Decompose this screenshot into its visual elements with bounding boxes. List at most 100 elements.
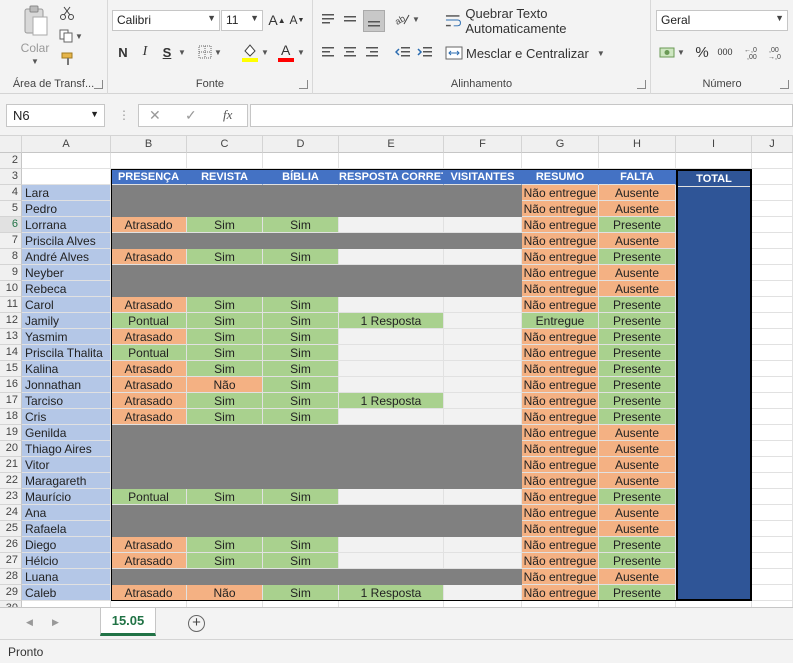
- biblia-cell[interactable]: Sim: [263, 585, 339, 601]
- biblia-cell[interactable]: Sim: [263, 409, 339, 425]
- student-name-cell[interactable]: Priscila Thalita: [22, 345, 111, 361]
- increase-indent-icon[interactable]: [415, 43, 435, 61]
- column-title[interactable]: REVISTA: [187, 169, 263, 185]
- biblia-cell[interactable]: Sim: [263, 393, 339, 409]
- revista-cell[interactable]: Sim: [187, 329, 263, 345]
- italic-button[interactable]: I: [136, 43, 154, 61]
- biblia-cell[interactable]: Sim: [263, 537, 339, 553]
- resumo-cell[interactable]: Não entregue: [522, 233, 599, 249]
- resumo-cell[interactable]: Não entregue: [522, 265, 599, 281]
- falta-cell[interactable]: Presente: [599, 249, 676, 265]
- bold-button[interactable]: N: [114, 43, 132, 61]
- falta-cell[interactable]: Presente: [599, 361, 676, 377]
- empty-cell[interactable]: [339, 153, 444, 169]
- column-title[interactable]: VISITANTES: [444, 169, 522, 185]
- visitantes-cell[interactable]: [444, 553, 522, 569]
- falta-cell[interactable]: Ausente: [599, 505, 676, 521]
- clipboard-launcher-icon[interactable]: [94, 80, 103, 89]
- row-header[interactable]: 4: [0, 185, 22, 201]
- falta-cell[interactable]: Presente: [599, 393, 676, 409]
- student-name-cell[interactable]: Vitor: [22, 457, 111, 473]
- visitantes-cell[interactable]: [444, 361, 522, 377]
- absent-block-cell[interactable]: [111, 441, 522, 457]
- resposta-cell[interactable]: 1 Resposta: [339, 585, 444, 601]
- font-name-select[interactable]: Calibri ▼: [112, 10, 220, 31]
- revista-cell[interactable]: Sim: [187, 313, 263, 329]
- tab-sheet-15-05[interactable]: 15.05: [100, 608, 156, 636]
- empty-cell[interactable]: [752, 169, 793, 185]
- row-header[interactable]: 21: [0, 457, 22, 473]
- column-header[interactable]: H: [599, 136, 676, 153]
- row-header[interactable]: 29: [0, 585, 22, 601]
- resposta-cell[interactable]: [339, 409, 444, 425]
- underline-button[interactable]: S: [158, 43, 176, 61]
- resumo-cell[interactable]: Não entregue: [522, 521, 599, 537]
- visitantes-cell[interactable]: [444, 409, 522, 425]
- resumo-cell[interactable]: Não entregue: [522, 473, 599, 489]
- column-header[interactable]: C: [187, 136, 263, 153]
- empty-cell[interactable]: [522, 153, 599, 169]
- resumo-cell[interactable]: Não entregue: [522, 377, 599, 393]
- format-painter-icon[interactable]: [58, 50, 78, 68]
- student-name-cell[interactable]: Neyber: [22, 265, 111, 281]
- copy-icon[interactable]: ▼: [58, 27, 84, 45]
- biblia-cell[interactable]: Sim: [263, 361, 339, 377]
- resposta-cell[interactable]: [339, 297, 444, 313]
- visitantes-cell[interactable]: [444, 489, 522, 505]
- presenca-cell[interactable]: Atrasado: [111, 329, 187, 345]
- biblia-cell[interactable]: Sim: [263, 297, 339, 313]
- number-launcher-icon[interactable]: [780, 80, 789, 89]
- student-name-cell[interactable]: Thiago Aires: [22, 441, 111, 457]
- resumo-cell[interactable]: Não entregue: [522, 345, 599, 361]
- absent-block-cell[interactable]: [111, 185, 522, 201]
- resumo-cell[interactable]: Não entregue: [522, 425, 599, 441]
- revista-cell[interactable]: Sim: [187, 361, 263, 377]
- row-header[interactable]: 26: [0, 537, 22, 553]
- revista-cell[interactable]: Sim: [187, 393, 263, 409]
- student-name-cell[interactable]: Lorrana: [22, 217, 111, 233]
- row-header[interactable]: 19: [0, 425, 22, 441]
- row-header[interactable]: 7: [0, 233, 22, 249]
- presenca-cell[interactable]: Atrasado: [111, 393, 187, 409]
- row-header[interactable]: 16: [0, 377, 22, 393]
- falta-cell[interactable]: Presente: [599, 553, 676, 569]
- resumo-cell[interactable]: Não entregue: [522, 569, 599, 585]
- borders-icon[interactable]: ▼: [196, 43, 224, 61]
- align-top-icon[interactable]: [319, 10, 337, 28]
- student-name-cell[interactable]: Kalina: [22, 361, 111, 377]
- revista-cell[interactable]: Sim: [187, 409, 263, 425]
- resposta-cell[interactable]: [339, 329, 444, 345]
- resumo-cell[interactable]: Não entregue: [522, 361, 599, 377]
- revista-cell[interactable]: Sim: [187, 217, 263, 233]
- insert-function-icon[interactable]: fx: [223, 107, 232, 123]
- resumo-cell[interactable]: Não entregue: [522, 185, 599, 201]
- student-name-cell[interactable]: Pedro: [22, 201, 111, 217]
- name-box[interactable]: N6 ▼: [6, 104, 105, 127]
- resumo-cell[interactable]: Não entregue: [522, 537, 599, 553]
- row-header[interactable]: 11: [0, 297, 22, 313]
- absent-block-cell[interactable]: [111, 425, 522, 441]
- falta-cell[interactable]: Presente: [599, 377, 676, 393]
- absent-block-cell[interactable]: [111, 505, 522, 521]
- falta-cell[interactable]: Ausente: [599, 201, 676, 217]
- empty-cell[interactable]: [752, 313, 793, 329]
- row-header[interactable]: 22: [0, 473, 22, 489]
- empty-cell[interactable]: [752, 457, 793, 473]
- falta-cell[interactable]: Ausente: [599, 441, 676, 457]
- falta-cell[interactable]: Ausente: [599, 521, 676, 537]
- number-format-select[interactable]: Geral ▼: [656, 10, 788, 31]
- presenca-cell[interactable]: Atrasado: [111, 553, 187, 569]
- row-header[interactable]: 10: [0, 281, 22, 297]
- empty-cell[interactable]: [752, 361, 793, 377]
- falta-cell[interactable]: Ausente: [599, 473, 676, 489]
- empty-cell[interactable]: [752, 393, 793, 409]
- presenca-cell[interactable]: Atrasado: [111, 585, 187, 601]
- tab-scroll-left-icon[interactable]: ◀: [26, 617, 33, 628]
- row-header[interactable]: 25: [0, 521, 22, 537]
- column-title[interactable]: BÍBLIA: [263, 169, 339, 185]
- resumo-cell[interactable]: Não entregue: [522, 441, 599, 457]
- row-header[interactable]: 18: [0, 409, 22, 425]
- row-header[interactable]: 27: [0, 553, 22, 569]
- presenca-cell[interactable]: Atrasado: [111, 297, 187, 313]
- orientation-icon[interactable]: ab ▼: [393, 10, 421, 28]
